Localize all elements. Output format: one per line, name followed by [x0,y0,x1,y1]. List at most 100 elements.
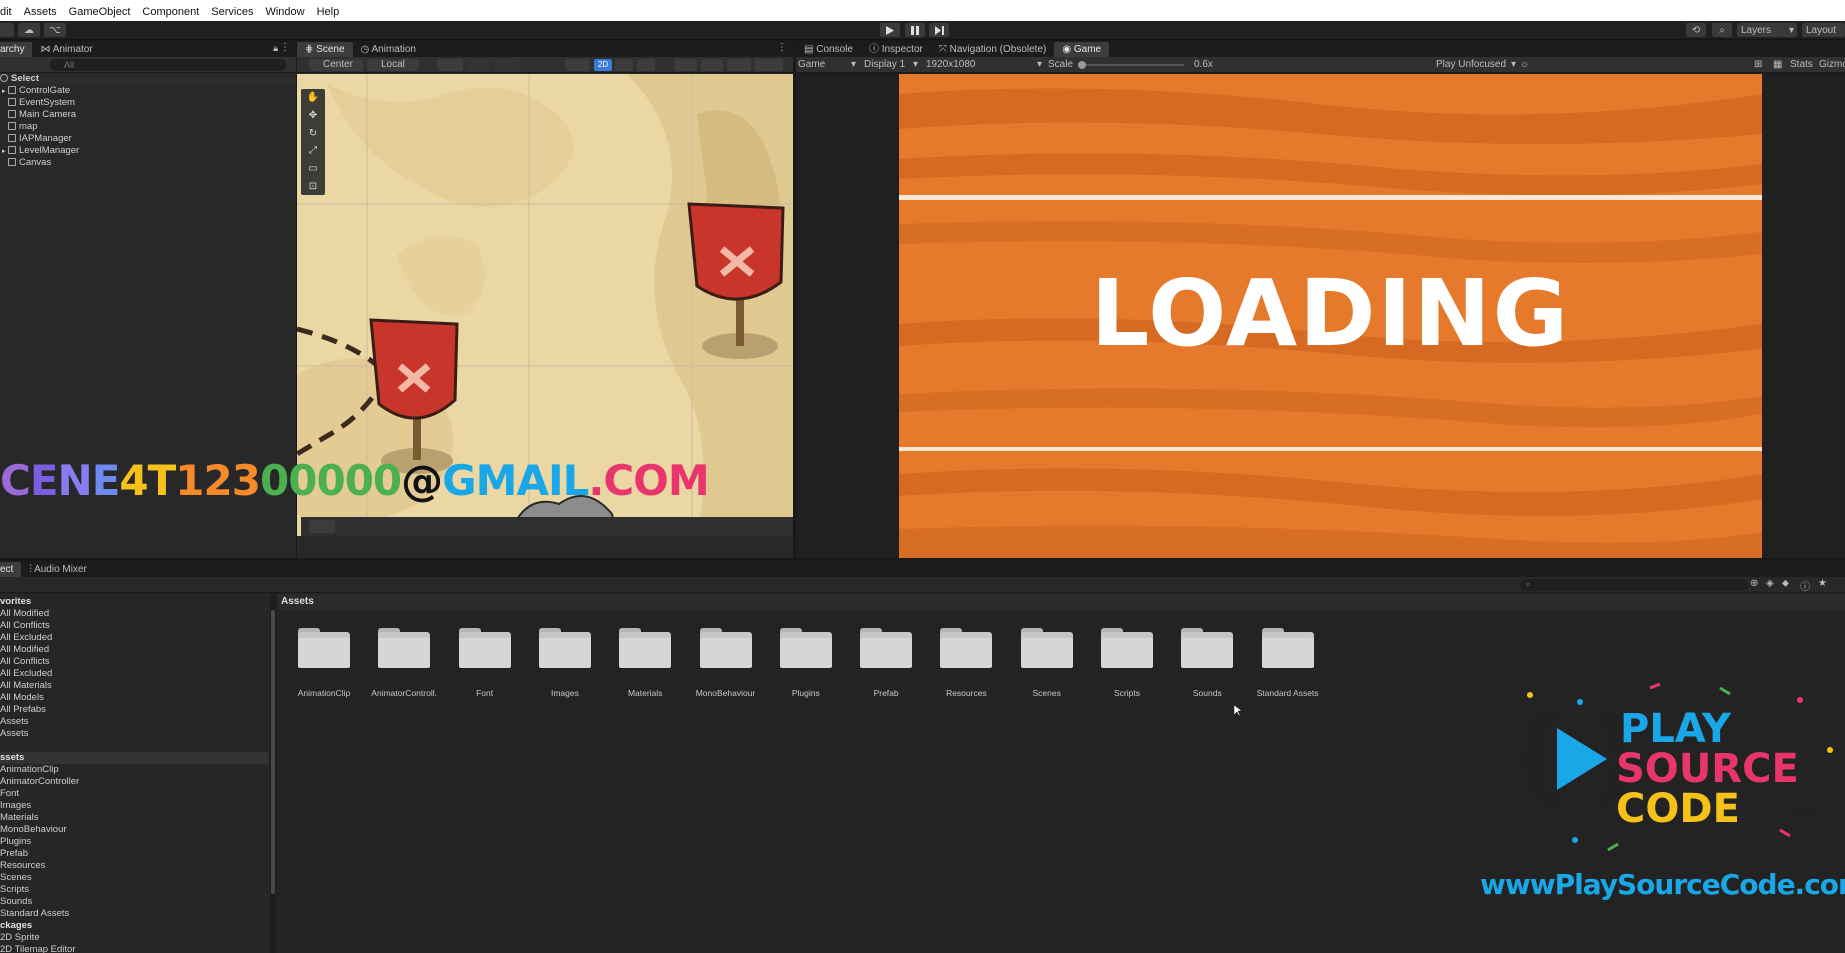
tab-animator[interactable]: ⋈ Animator [32,42,100,57]
sidebar-item[interactable]: All Conflicts [0,656,268,668]
tab-project[interactable]: ect [0,562,22,577]
sidebar-item[interactable]: All Prefabs [0,704,268,716]
scale-slider-thumb[interactable] [1078,61,1086,69]
sidebar-item[interactable]: Sounds [0,896,268,908]
overlay-menu-button[interactable] [309,520,335,533]
rect-tool-icon[interactable]: ▭ [308,163,317,174]
asset-folder[interactable]: Scenes [1014,628,1080,698]
shading-mode-button[interactable] [565,59,589,71]
project-search-input[interactable]: ⌕ [1520,579,1748,591]
sidebar-section-header[interactable]: ckages [0,920,268,932]
tab-game[interactable]: ◉ Game [1054,42,1110,57]
tab-console[interactable]: ▤ Console [796,42,861,57]
asset-folder[interactable]: AnimatorControll... [371,628,437,698]
sidebar-item[interactable]: All Excluded [0,668,268,680]
cloud-icon[interactable]: ☁ [18,23,40,37]
tab-inspector[interactable]: ⓘ Inspector [861,42,931,57]
info-icon[interactable]: ⓘ [1800,578,1810,593]
sidebar-item[interactable]: Assets [0,716,268,728]
asset-folder[interactable]: Font [452,628,518,698]
sidebar-item[interactable]: Font [0,788,268,800]
hierarchy-item[interactable]: ▸ LevelManager [0,145,296,157]
audio-mute-icon[interactable]: ☼ [1520,59,1532,71]
asset-folder[interactable]: MonoBehaviour [693,628,759,698]
game-view-dropdown[interactable]: Game ▾ [796,59,860,71]
sidebar-scrollbar-thumb[interactable] [271,610,275,894]
scene-root-row[interactable]: Select [0,73,296,85]
asset-folder[interactable]: Images [532,628,598,698]
tab-scene[interactable]: ⋕ Scene [297,42,353,57]
grid-snap-button[interactable] [437,59,463,71]
kebab-menu-icon[interactable]: ⋮ [777,42,787,53]
hierarchy-item[interactable]: Canvas [0,157,296,169]
pivot-dropdown[interactable]: Center [309,59,363,71]
menu-gameobject[interactable]: GameObject [63,6,137,18]
hierarchy-item[interactable]: map [0,121,296,133]
audio-toggle[interactable] [637,59,655,71]
grid-view-icon[interactable]: ▦ [1773,59,1785,71]
effects-toggle[interactable] [675,59,697,71]
play-mode-dropdown[interactable]: Play Unfocused ▾ [1436,59,1516,71]
layout-dropdown[interactable]: Layout [1802,23,1845,37]
sidebar-item[interactable]: Assets [0,728,268,740]
history-icon[interactable]: ⟲ [1686,23,1706,37]
stats-button[interactable]: Stats [1790,59,1813,71]
hidden-objects-toggle[interactable] [701,59,723,71]
menu-help[interactable]: Help [311,6,346,18]
sidebar-item[interactable]: All Conflicts [0,620,268,632]
asset-folder[interactable]: Standard Assets [1255,628,1321,698]
asset-folder[interactable]: Scripts [1094,628,1160,698]
gizmos-dropdown[interactable] [755,59,783,71]
kebab-menu-icon[interactable]: ⋮ [280,42,290,53]
sidebar-scrollbar[interactable] [270,594,276,953]
hierarchy-item[interactable]: ▸ ControlGate [0,85,296,97]
scale-tool-icon[interactable]: ⤢ [309,145,317,156]
sidebar-item[interactable]: Standard Assets [0,908,268,920]
sidebar-item[interactable]: Resources [0,860,268,872]
grid-toggle-button[interactable] [467,59,489,71]
rotate-tool-icon[interactable]: ↻ [309,128,317,139]
sidebar-item[interactable]: All Modified [0,608,268,620]
sidebar-item[interactable]: All Excluded [0,632,268,644]
scale-slider[interactable] [1078,64,1184,66]
menu-window[interactable]: Window [259,6,310,18]
asset-folder[interactable]: AnimationClip [291,628,357,698]
sidebar-section-header[interactable]: vorites [0,596,268,608]
increment-snap-button[interactable] [493,59,519,71]
sidebar-item[interactable]: Images [0,800,268,812]
hierarchy-item[interactable]: EventSystem [0,97,296,109]
star-icon[interactable]: ★ [1818,578,1827,589]
menu-services[interactable]: Services [205,6,259,18]
search-icon[interactable]: ⌕ [1712,23,1732,37]
sidebar-item[interactable]: Plugins [0,836,268,848]
asset-folder[interactable]: Sounds [1174,628,1240,698]
search-by-label-icon[interactable]: ◈ [1766,578,1774,589]
sidebar-item[interactable]: All Models [0,692,268,704]
asset-folder[interactable]: Resources [933,628,999,698]
tab-hierarchy[interactable]: archy [0,42,33,57]
gizmos-button[interactable]: Gizmo [1819,59,1845,71]
sidebar-item[interactable]: AnimatorController [0,776,268,788]
menu-assets[interactable]: Assets [18,6,63,18]
pause-button[interactable] [905,23,925,37]
tag-icon[interactable]: ⬥ [1782,578,1789,589]
tab-navigation[interactable]: ⤧ Navigation (Obsolete) [931,42,1055,57]
sidebar-item[interactable] [0,740,268,752]
frame-debugger-icon[interactable]: ⊞ [1754,59,1766,71]
sidebar-section-header[interactable]: ssets [0,752,268,764]
collab-icon[interactable]: ⌥ [44,23,66,37]
menu-component[interactable]: Component [136,6,205,18]
sidebar-item[interactable]: Materials [0,812,268,824]
transform-tool-icon[interactable]: ⊡ [309,181,317,192]
display-dropdown[interactable]: Display 1 ▾ [864,59,918,71]
hand-tool-icon[interactable]: ✋ [307,92,319,103]
tab-audio-mixer[interactable]: ⫶ Audio Mixer [21,562,95,577]
sidebar-item[interactable]: 2D Tilemap Editor [0,944,268,953]
space-dropdown[interactable]: Local [367,59,419,71]
sidebar-item[interactable]: MonoBehaviour [0,824,268,836]
lock-icon[interactable]: 🔒︎ [273,43,278,54]
sidebar-item[interactable]: Scenes [0,872,268,884]
game-viewport[interactable]: LOADING [899,74,1762,558]
camera-settings-button[interactable] [727,59,751,71]
sidebar-item[interactable]: 2D Sprite [0,932,268,944]
